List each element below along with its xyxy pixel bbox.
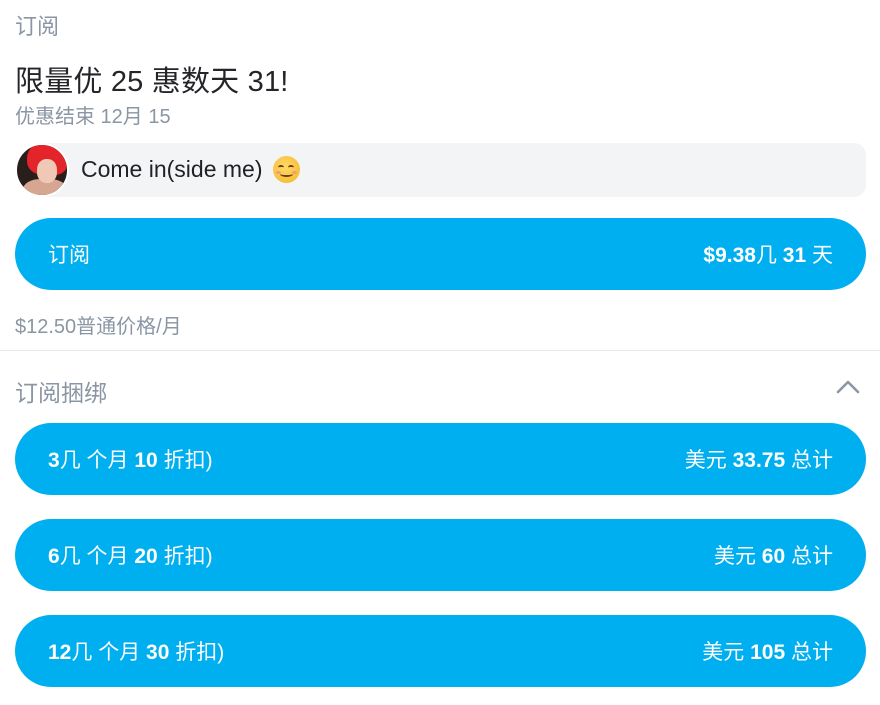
smiling-face-emoji-icon — [272, 156, 300, 183]
bundle-label: 3几 个月 10 折扣) — [48, 449, 213, 472]
bundle-total: 美元 33.75 总计 — [684, 449, 833, 472]
divider — [0, 350, 880, 351]
bundles-title: 订阅捆绑 — [15, 380, 107, 406]
creator-message: Come in(side me) — [15, 143, 866, 197]
subscribe-button-price: $9.38几 31 天 — [703, 244, 833, 267]
subscribe-section-label: 订阅 — [15, 14, 60, 39]
subscribe-button-label: 订阅 — [48, 244, 90, 267]
message-content: Come in(side me) — [81, 156, 300, 183]
regular-price: $12.50普通价格/月 — [15, 316, 182, 338]
subscribe-button[interactable]: 订阅 $9.38几 31 天 — [15, 218, 866, 290]
bundle-label: 6几 个月 20 折扣) — [48, 545, 213, 568]
promo-end-date: 优惠结束 12月 15 — [15, 106, 171, 128]
message-text: Come in(side me) — [81, 156, 263, 182]
bundle-12-months-button[interactable]: 12几 个月 30 折扣) 美元 105 总计 — [15, 615, 866, 687]
bundle-6-months-button[interactable]: 6几 个月 20 折扣) 美元 60 总计 — [15, 519, 866, 591]
bundle-total: 美元 105 总计 — [702, 641, 833, 664]
bundle-3-months-button[interactable]: 3几 个月 10 折扣) 美元 33.75 总计 — [15, 423, 866, 495]
bundle-label: 12几 个月 30 折扣) — [48, 641, 225, 664]
bundle-total: 美元 60 总计 — [713, 545, 833, 568]
chevron-up-icon[interactable] — [834, 373, 862, 401]
promo-title: 限量优 25 惠数天 31! — [15, 66, 289, 98]
avatar[interactable] — [15, 143, 69, 197]
